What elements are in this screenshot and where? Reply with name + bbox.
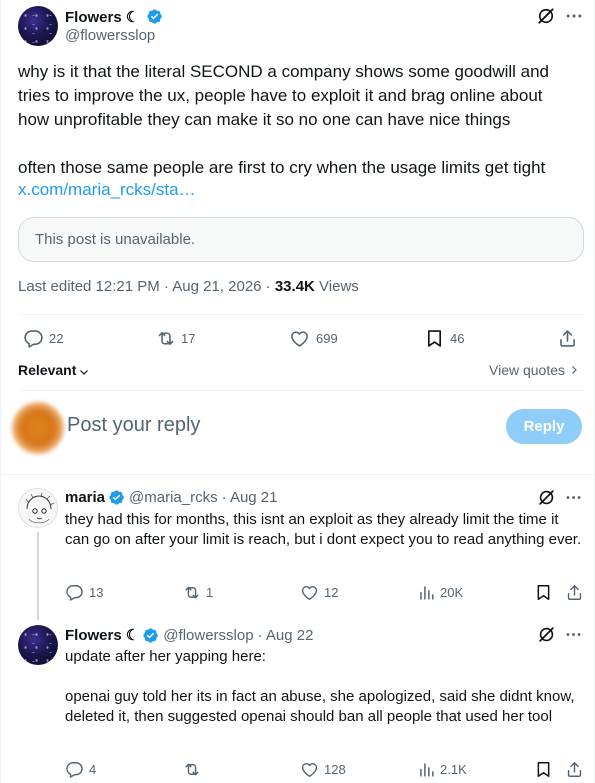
divider — [18, 314, 584, 315]
views-count: 2.1K — [440, 762, 467, 777]
share-icon[interactable] — [565, 583, 584, 602]
quoted-post-card[interactable]: This post is unavailable. — [18, 217, 584, 262]
repost-count: 17 — [181, 331, 196, 346]
sort-dropdown[interactable]: Relevant — [18, 362, 90, 378]
reply-text: update after her yapping here: openai gu… — [65, 648, 575, 725]
reply-header: Flowers ☾ @flowersslop · Aug 22 — [65, 626, 314, 645]
sort-label: Relevant — [18, 362, 77, 378]
reply-author-name[interactable]: maria — [65, 489, 105, 506]
chevron-down-icon — [80, 369, 89, 375]
divider — [18, 390, 584, 391]
author-name-row: Flowers ☾ — [65, 8, 163, 28]
view-quotes-link[interactable]: View quotes — [489, 362, 580, 378]
like-icon — [301, 763, 318, 777]
reply-text: they had this for months, this isnt an e… — [65, 511, 582, 548]
sketch-portrait-icon — [25, 492, 55, 524]
views-count: 20K — [440, 585, 464, 600]
author-handle[interactable]: @flowersslop — [65, 27, 155, 44]
grok-icon[interactable] — [536, 6, 556, 26]
author-name[interactable]: Flowers ☾ — [65, 9, 139, 26]
repost-icon — [185, 586, 199, 599]
reply-handle[interactable]: @flowersslop — [163, 627, 253, 644]
tweet-text: why is it that the literal SECOND a comp… — [18, 62, 550, 177]
more-icon[interactable] — [564, 6, 584, 26]
edited-timestamp[interactable]: Last edited 12:21 PM · Aug 21, 2026 · — [18, 278, 275, 295]
repost-action[interactable]: 1 — [182, 583, 213, 602]
reply-input[interactable]: Post your reply — [67, 414, 200, 437]
more-icon[interactable] — [564, 488, 583, 507]
like-action[interactable]: 128 — [300, 760, 346, 779]
reply-count: 22 — [49, 331, 64, 346]
like-action[interactable]: 12 — [300, 583, 338, 602]
share-icon[interactable] — [565, 760, 584, 779]
reply-date[interactable]: · Aug 21 — [222, 489, 278, 506]
like-icon — [301, 586, 318, 600]
reply-icon — [66, 585, 83, 601]
reply-icon — [66, 762, 83, 778]
bookmark-icon — [427, 330, 442, 347]
reply-action[interactable]: 13 — [65, 583, 103, 602]
reply-author-name[interactable]: Flowers ☾ — [65, 626, 139, 644]
reply-icon — [24, 330, 43, 348]
thread-connector — [37, 532, 39, 620]
bookmark-icon[interactable] — [534, 760, 553, 779]
quote-unavailable-text: This post is unavailable. — [35, 231, 196, 248]
reply-avatar[interactable] — [18, 488, 58, 528]
views-action[interactable]: 2.1K — [417, 760, 467, 779]
bookmark-count: 46 — [450, 331, 465, 346]
like-action[interactable]: 699 — [289, 328, 338, 349]
reply-header: maria @maria_rcks · Aug 21 — [65, 489, 278, 506]
views-action[interactable]: 20K — [417, 583, 463, 602]
reply-button[interactable]: Reply — [506, 409, 582, 444]
repost-action[interactable] — [182, 760, 202, 779]
repost-icon — [158, 332, 174, 345]
tweet-meta: Last edited 12:21 PM · Aug 21, 2026 · 33… — [18, 278, 359, 295]
divider — [1, 474, 595, 475]
repost-icon — [185, 763, 199, 776]
verified-badge-icon — [109, 490, 124, 505]
repost-count: 1 — [206, 585, 214, 600]
chevron-right-icon — [572, 366, 577, 374]
share-icon[interactable] — [557, 328, 578, 349]
current-user-avatar[interactable] — [12, 402, 64, 454]
views-count: 33.4K — [274, 278, 315, 295]
views-icon — [420, 763, 434, 777]
grok-icon[interactable] — [537, 625, 556, 644]
reply-count: 4 — [89, 762, 97, 777]
like-count: 12 — [324, 585, 339, 600]
views-label: Views — [314, 278, 359, 295]
post-thread: Flowers ☾ @flowersslop why is it that th… — [0, 0, 595, 783]
like-icon — [291, 331, 308, 347]
grok-icon[interactable] — [537, 488, 556, 507]
view-quotes-label: View quotes — [489, 362, 566, 378]
tweet-link[interactable]: x.com/maria_rcks/sta… — [18, 180, 196, 200]
repost-action[interactable]: 17 — [155, 328, 195, 349]
like-count: 128 — [324, 762, 346, 777]
bookmark-action[interactable]: 46 — [424, 328, 464, 349]
reply-avatar[interactable] — [18, 625, 58, 665]
views-icon — [420, 586, 434, 600]
bookmark-icon[interactable] — [534, 583, 553, 602]
like-count: 699 — [316, 331, 338, 346]
reply-action[interactable]: 4 — [65, 760, 96, 779]
reply-action[interactable]: 22 — [23, 328, 63, 349]
more-icon[interactable] — [564, 625, 583, 644]
author-avatar[interactable] — [18, 6, 58, 46]
reply-count: 13 — [89, 585, 104, 600]
reply-date[interactable]: · Aug 22 — [258, 627, 314, 644]
verified-badge-icon — [147, 9, 162, 24]
reply-handle[interactable]: @maria_rcks — [129, 489, 218, 506]
verified-badge-icon — [143, 627, 159, 643]
